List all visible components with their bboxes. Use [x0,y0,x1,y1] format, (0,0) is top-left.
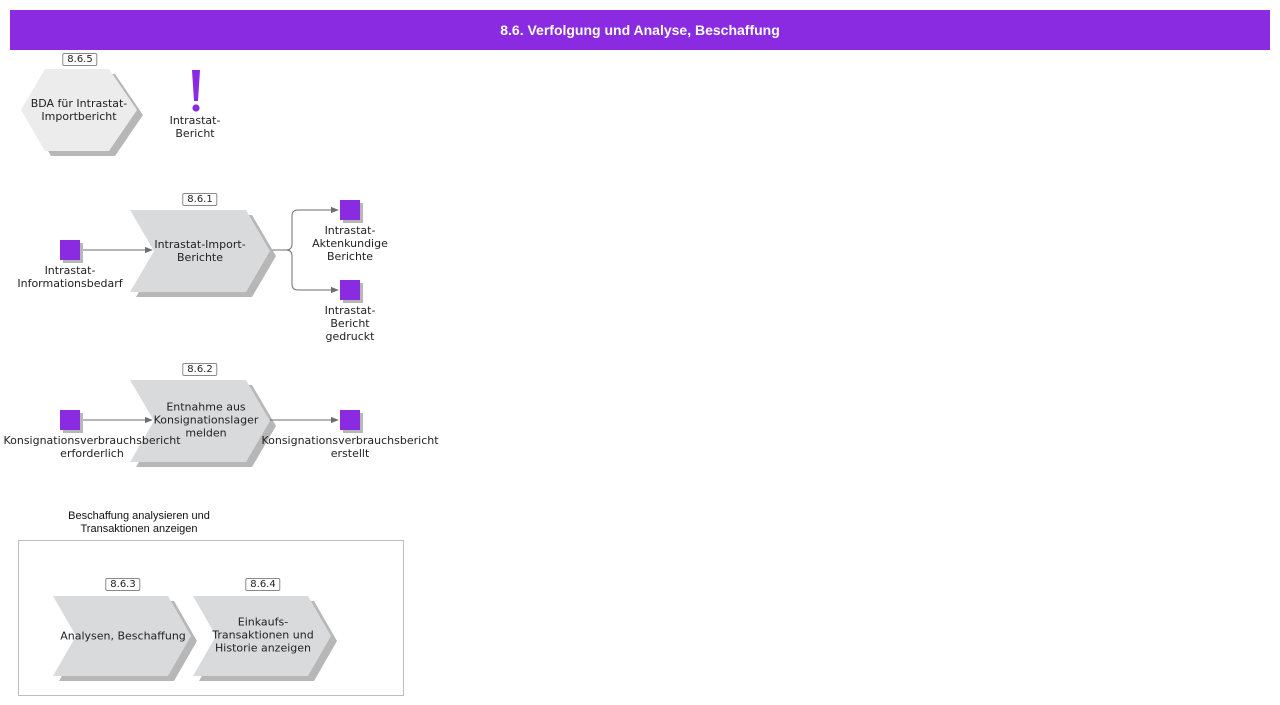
badge-8-6-2: 8.6.2 [182,363,218,376]
event-bericht-gedruckt[interactable] [340,280,363,303]
event-intrastat-informationsbedarf-label: Intrastat- Informationsbedarf [17,264,123,290]
diagram-shapes [18,69,404,696]
event-konsignation-erforderlich-label: Konsignationsverbrauchsbericht erforderl… [3,434,181,460]
event-konsignation-erforderlich[interactable] [60,410,83,433]
badge-8-6-5: 8.6.5 [62,53,98,66]
process-analysen-label: Analysen, Beschaffung [60,629,186,643]
interface-label: BDA für Intrastat- Importbericht [30,97,128,123]
badge-8-6-3: 8.6.3 [105,578,141,591]
badge-8-6-4: 8.6.4 [245,578,281,591]
alert-label: Intrastat- Bericht [169,114,221,140]
diagram-canvas: 8.6. Verfolgung und Analyse, Beschaffung [0,0,1280,705]
event-aktenkundige-berichte[interactable] [340,200,363,223]
event-konsignation-erstellt-label: Konsignationsverbrauchsbericht erstellt [261,434,439,460]
event-konsignation-erstellt[interactable] [340,410,363,433]
alert-exclamation-icon [192,70,200,112]
badge-8-6-1: 8.6.1 [182,193,218,206]
group-title: Beschaffung analysieren und Transaktione… [68,510,210,535]
process-intrastat-import-label: Intrastat-Import- Berichte [154,238,246,264]
event-bericht-gedruckt-label: Intrastat- Bericht gedruckt [324,304,376,343]
event-aktenkundige-berichte-label: Intrastat- Aktenkundige Berichte [312,224,388,263]
event-intrastat-informationsbedarf[interactable] [60,240,83,263]
process-einkaufs-label: Einkaufs- Transaktionen und Historie anz… [212,615,314,655]
